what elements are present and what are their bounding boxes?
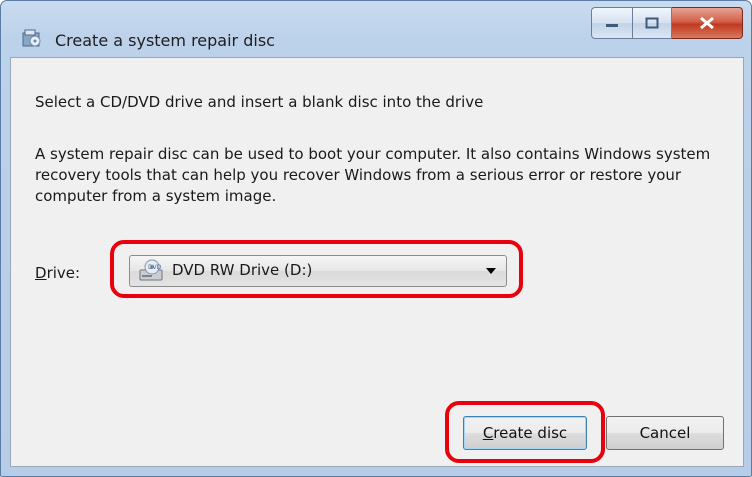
drive-highlight-annotation	[110, 240, 523, 298]
caption-buttons	[591, 7, 743, 41]
minimize-icon	[606, 24, 618, 27]
drive-label-accel: D	[35, 264, 47, 282]
instruction-text: Select a CD/DVD drive and insert a blank…	[35, 93, 484, 111]
close-icon	[700, 16, 714, 30]
dialog-body: Select a CD/DVD drive and insert a blank…	[10, 57, 744, 467]
title-bar: Create a system repair disc	[1, 1, 751, 50]
drive-label: Drive:	[35, 263, 80, 284]
disc-app-icon	[22, 29, 41, 47]
dialog-window: Create a system repair disc Select a CD/…	[0, 0, 752, 477]
create-disc-highlight-annotation	[445, 401, 605, 463]
close-button[interactable]	[672, 7, 743, 39]
window-title: Create a system repair disc	[55, 31, 275, 50]
maximize-button[interactable]	[633, 7, 672, 39]
minimize-button[interactable]	[591, 7, 633, 39]
maximize-icon	[645, 17, 659, 29]
cancel-button[interactable]: Cancel	[606, 416, 724, 450]
description-text: A system repair disc can be used to boot…	[35, 145, 711, 205]
drive-label-rest: rive:	[46, 264, 81, 282]
